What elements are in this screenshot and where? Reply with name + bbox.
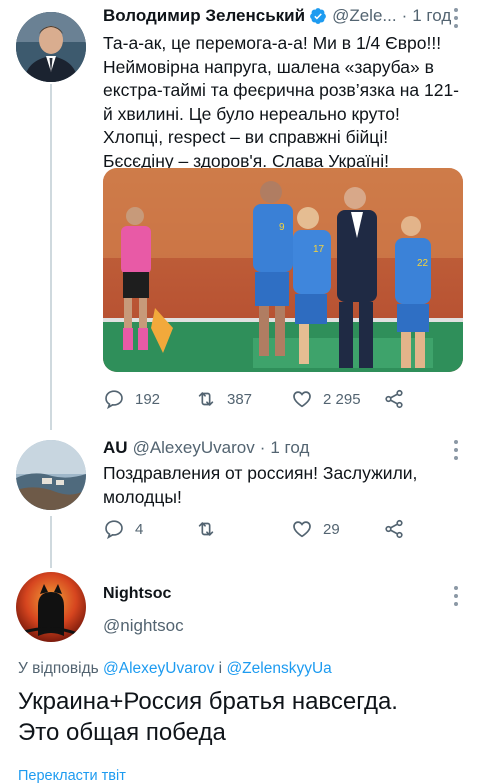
- tweet-header: Nightsoc: [103, 582, 460, 606]
- more-icon[interactable]: [452, 8, 460, 28]
- reply-icon: [105, 390, 123, 410]
- author-name[interactable]: Nightsoc: [103, 585, 171, 603]
- tweet-text-line: Это общая победа: [18, 719, 226, 746]
- reply-count: 192: [135, 390, 161, 408]
- avatar-zelensky[interactable]: [16, 12, 86, 82]
- like-button[interactable]: 29: [291, 516, 340, 542]
- like-button[interactable]: 2 295: [291, 386, 361, 412]
- tweet-text: Поздравления от россиян! Заслужили, моло…: [103, 463, 418, 507]
- tweet-alexeyuvarov[interactable]: AU @AlexeyUvarov · 1 год Поздравления от…: [0, 428, 480, 560]
- reply-user-link-1[interactable]: @AlexeyUvarov: [103, 660, 214, 677]
- like-count: 29: [323, 520, 340, 538]
- separator-dot: ·: [401, 6, 408, 25]
- share-icon: [385, 389, 403, 409]
- tweet-actions: 4 29: [103, 516, 423, 542]
- like-count: 2 295: [323, 390, 361, 408]
- more-icon[interactable]: [452, 586, 460, 606]
- share-button[interactable]: [383, 516, 405, 542]
- tweet-text-line: Украина+Россия братья навсегда.: [18, 688, 398, 715]
- retweet-icon: [198, 522, 214, 536]
- retweet-icon: [198, 392, 214, 406]
- translate-tweet-link[interactable]: Перекласти твіт: [18, 768, 126, 784]
- tweet-text-large: Украина+Россия братья навсегда. Это обща…: [18, 686, 398, 748]
- tweet-handle-row: @nightsoc: [103, 614, 460, 638]
- svg-text:22: 22: [417, 258, 429, 269]
- author-handle[interactable]: @nightsoc: [103, 616, 184, 636]
- tweet-text: Та-а-ак, це перемога-а-а! Ми в 1/4 Євро!…: [103, 33, 460, 171]
- reply-prefix: У відповідь: [18, 660, 99, 677]
- verified-icon: [310, 8, 326, 24]
- svg-text:17: 17: [313, 244, 325, 255]
- reply-context: У відповідь @AlexeyUvarov і @ZelenskyyUa: [18, 660, 332, 678]
- reply-button[interactable]: 4: [103, 516, 143, 542]
- tweet-time[interactable]: 1 год: [270, 438, 309, 458]
- reply-conjunction: і: [218, 660, 223, 677]
- author-name[interactable]: Володимир Зеленський: [103, 6, 305, 26]
- tweet-time[interactable]: 1 год: [412, 6, 451, 26]
- retweet-count: 387: [227, 390, 253, 408]
- tweet-zelensky[interactable]: Володимир Зеленський @Zele... · 1 год Та…: [0, 0, 480, 428]
- retweet-button[interactable]: 387: [195, 386, 252, 412]
- tweet-actions: 192 387 2 295: [103, 386, 423, 412]
- retweet-button[interactable]: [195, 516, 227, 542]
- more-icon[interactable]: [452, 440, 460, 460]
- avatar-alexeyuvarov[interactable]: [16, 440, 86, 510]
- author-name[interactable]: AU: [103, 438, 128, 458]
- like-icon: [293, 521, 311, 538]
- reply-button[interactable]: 192: [103, 386, 160, 412]
- reply-count: 4: [135, 520, 144, 538]
- share-button[interactable]: [383, 386, 405, 412]
- separator-dot: ·: [259, 438, 266, 457]
- like-icon: [293, 391, 311, 408]
- svg-text:9: 9: [279, 222, 285, 233]
- author-handle[interactable]: @AlexeyUvarov: [133, 438, 255, 458]
- reply-icon: [105, 520, 123, 540]
- tweet-photo[interactable]: 22 9 17: [103, 168, 463, 372]
- tweet-header: AU @AlexeyUvarov · 1 год: [103, 436, 460, 460]
- reply-user-link-2[interactable]: @ZelenskyyUa: [226, 660, 331, 677]
- share-icon: [385, 519, 403, 539]
- avatar-nightsoc[interactable]: [16, 572, 86, 642]
- tweet-header: Володимир Зеленський @Zele... · 1 год: [103, 4, 460, 28]
- author-handle[interactable]: @Zele...: [332, 6, 397, 26]
